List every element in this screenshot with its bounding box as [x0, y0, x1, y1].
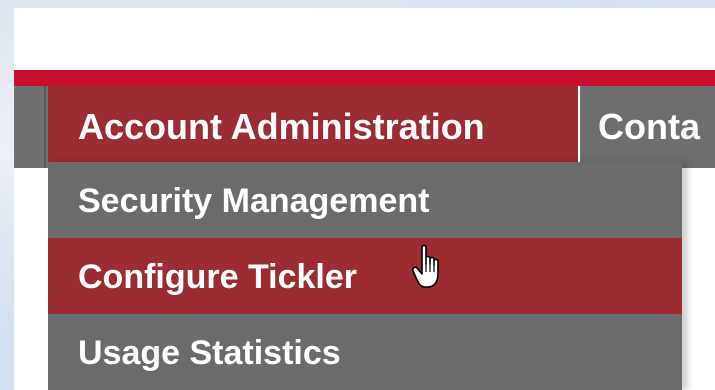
header-accent-bar	[14, 70, 715, 86]
hand-pointer-icon	[412, 244, 439, 288]
menu-item-usage-statistics[interactable]: Usage Statistics	[48, 314, 682, 390]
nav-item-contacts[interactable]: Conta	[582, 86, 715, 168]
nav-divider	[44, 86, 46, 168]
menu-item-security-management[interactable]: Security Management	[48, 162, 682, 238]
account-administration-dropdown: Security Management Configure Tickler Us…	[48, 162, 682, 390]
nav-divider	[578, 86, 580, 168]
menu-item-configure-tickler[interactable]: Configure Tickler	[48, 238, 682, 314]
nav-item-account-administration[interactable]: Account Administration	[48, 86, 578, 162]
